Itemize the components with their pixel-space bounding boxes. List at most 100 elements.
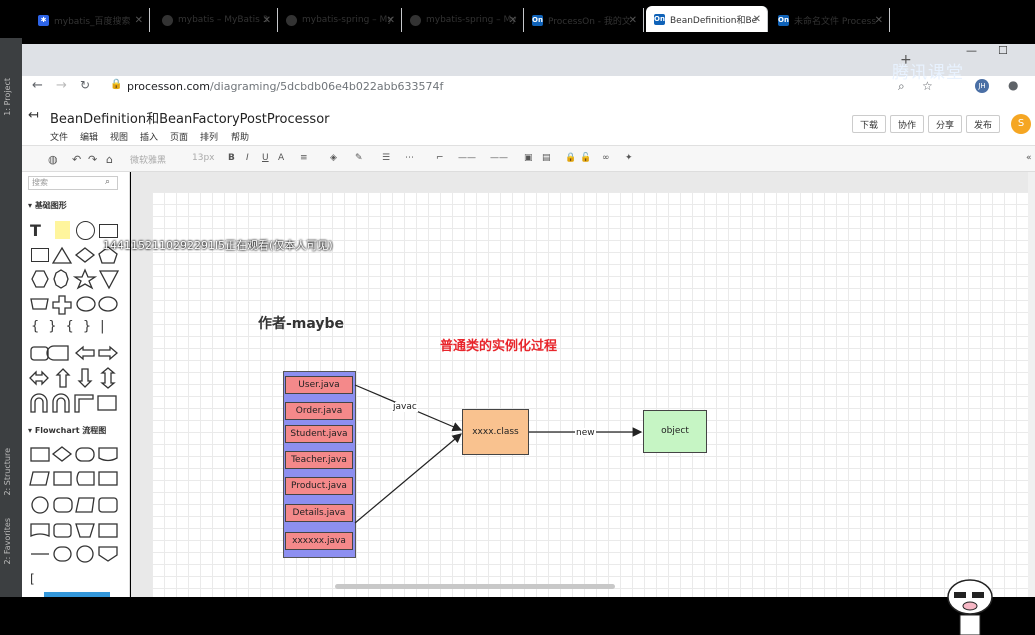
bracket-shapes-icons[interactable]: {}{}| xyxy=(31,319,113,334)
close-icon[interactable]: ✕ xyxy=(135,15,143,26)
share-button[interactable]: 分享 xyxy=(928,115,963,133)
source-file-node[interactable]: Student.java xyxy=(285,425,353,443)
browser-tab[interactable]: ✱ mybatis_百度搜索 ✕ xyxy=(30,8,150,32)
fill-icon[interactable]: ◈ xyxy=(330,153,337,163)
font-family-select[interactable]: 微软雅黑 xyxy=(130,153,166,166)
browser-tab[interactable]: mybatis-spring – My ✕ xyxy=(402,8,524,32)
source-file-node[interactable]: Product.java xyxy=(285,477,353,495)
close-icon[interactable]: ✕ xyxy=(509,15,517,26)
format-painter-icon[interactable]: ◍ xyxy=(48,153,58,166)
flowchart-header[interactable]: ▾ Flowchart 流程图 xyxy=(28,425,106,436)
reload-icon[interactable]: ↻ xyxy=(80,78,90,92)
redo-icon[interactable]: ↷ xyxy=(88,153,97,166)
menu-arrange[interactable]: 排列 xyxy=(200,130,218,143)
browser-tab[interactable]: On ProcessOn - 我的文 ✕ xyxy=(524,8,644,32)
line-start-icon[interactable]: —— xyxy=(458,153,476,163)
magic-icon[interactable]: ✦ xyxy=(625,153,633,163)
line-style-icon[interactable]: ⋯ xyxy=(405,153,414,163)
horizontal-scrollbar[interactable] xyxy=(335,584,615,589)
source-file-node[interactable]: Details.java xyxy=(285,504,353,522)
menu-file[interactable]: 文件 xyxy=(50,130,68,143)
browser-tab[interactable]: On 未命名文件 Process ✕ xyxy=(770,8,890,32)
menu-edit[interactable]: 编辑 xyxy=(80,130,98,143)
browser-tab[interactable]: mybatis-spring – My ✕ xyxy=(278,8,402,32)
u-turn-shapes-icons[interactable] xyxy=(28,392,120,414)
ide-project-tab[interactable]: 1: Project xyxy=(3,78,12,116)
menu-insert[interactable]: 插入 xyxy=(140,130,158,143)
diagram-title[interactable]: 普通类的实例化过程 xyxy=(440,335,557,354)
italic-button[interactable]: I xyxy=(246,153,249,163)
font-size-select[interactable]: 13px xyxy=(192,153,215,163)
source-file-node[interactable]: User.java xyxy=(285,376,353,394)
browser-tab-active[interactable]: On BeanDefinition和Be ✕ xyxy=(646,6,768,32)
source-file-node[interactable]: Order.java xyxy=(285,402,353,420)
front-icon[interactable]: ▣ xyxy=(524,153,533,163)
unlock-icon[interactable]: 🔓 xyxy=(580,153,591,163)
close-icon[interactable]: ✕ xyxy=(629,15,637,26)
github-icon xyxy=(162,14,173,26)
text-shape-icon[interactable]: T xyxy=(30,221,41,240)
search-icon[interactable]: ⌕ xyxy=(105,177,110,187)
ide-favorites-tab[interactable]: 2: Favorites xyxy=(3,518,12,564)
align-icon[interactable]: ≡ xyxy=(300,153,308,163)
menu-page[interactable]: 页面 xyxy=(170,130,188,143)
basic-shapes-header[interactable]: ▾ 基础图形 xyxy=(28,200,67,211)
line-color-icon[interactable]: ✎ xyxy=(355,153,363,163)
url-input[interactable]: processon.com/diagraming/5dcbdb06e4b022a… xyxy=(127,80,907,96)
menu-view[interactable]: 视图 xyxy=(110,130,128,143)
source-file-node[interactable]: Teacher.java xyxy=(285,451,353,469)
publish-button[interactable]: 发布 xyxy=(966,115,1001,133)
forward-arrow-icon[interactable]: → xyxy=(56,78,67,93)
back-arrow-icon[interactable]: ← xyxy=(32,78,43,93)
mascot-icon xyxy=(947,579,993,635)
url-path: /diagraming/5dcbdb06e4b022abb633574f xyxy=(209,80,444,93)
collapse-icon[interactable]: « xyxy=(1026,153,1032,163)
class-file-node[interactable]: xxxx.class xyxy=(462,409,529,455)
circle-shape-icon[interactable] xyxy=(76,221,95,240)
line-width-icon[interactable]: ☰ xyxy=(382,153,390,163)
connector-icon[interactable]: ⌐ xyxy=(436,153,444,163)
ide-structure-tab[interactable]: 2: Structure xyxy=(3,448,12,496)
bold-button[interactable]: B xyxy=(228,153,235,163)
double-arrow-shapes-icons[interactable] xyxy=(28,367,120,389)
rect2-shape-icon[interactable] xyxy=(31,248,49,262)
hexagon-octagon-star-icons[interactable] xyxy=(28,268,120,290)
line-end-icon[interactable]: —— xyxy=(490,153,508,163)
undo-icon[interactable]: ↶ xyxy=(72,153,81,166)
close-icon[interactable]: ✕ xyxy=(387,15,395,26)
close-icon[interactable]: ✕ xyxy=(875,15,883,26)
close-icon[interactable]: ✕ xyxy=(263,15,271,26)
lock-icon[interactable]: 🔒 xyxy=(565,153,576,163)
github-icon xyxy=(410,14,421,26)
brush-icon[interactable]: ⌂ xyxy=(106,153,113,166)
maximize-button[interactable]: ☐ xyxy=(998,44,1008,57)
profile-icon[interactable]: ● xyxy=(1008,78,1018,92)
user-avatar[interactable]: S xyxy=(1011,114,1031,134)
browser-tab[interactable]: mybatis – MyBatis 3 ✕ xyxy=(154,8,278,32)
note-shape-icon[interactable] xyxy=(55,221,70,239)
javac-label[interactable]: javac xyxy=(392,402,418,412)
arrow-shapes-icons[interactable] xyxy=(28,342,120,364)
back-icon[interactable]: ▤ xyxy=(542,153,551,163)
bottom-black-band xyxy=(0,597,1035,635)
bracket-shape-icon[interactable]: [ xyxy=(30,572,35,586)
underline-button[interactable]: U xyxy=(262,153,269,163)
author-label[interactable]: 作者-maybe xyxy=(258,313,344,333)
collaborate-button[interactable]: 协作 xyxy=(890,115,925,133)
link-icon[interactable]: ∞ xyxy=(602,153,610,163)
paw-icon: ✱ xyxy=(38,14,49,26)
close-icon[interactable]: ✕ xyxy=(753,14,761,25)
menu-help[interactable]: 帮助 xyxy=(231,130,249,143)
extension-avatar[interactable]: JH xyxy=(975,79,989,93)
source-file-node[interactable]: xxxxxx.java xyxy=(285,532,353,550)
font-color-button[interactable]: A xyxy=(278,153,284,163)
cloud-cross-shapes-icons[interactable] xyxy=(28,293,120,315)
rectangle-shape-icon[interactable] xyxy=(99,224,118,238)
minimize-button[interactable]: — xyxy=(966,44,977,57)
new-label[interactable]: new xyxy=(575,428,596,438)
document-title[interactable]: BeanDefinition和BeanFactoryPostProcessor xyxy=(50,108,330,127)
back-icon[interactable]: ↤ xyxy=(28,108,39,123)
download-button[interactable]: 下载 xyxy=(852,115,887,133)
flowchart-shapes-icons[interactable] xyxy=(28,444,120,564)
object-node[interactable]: object xyxy=(643,410,707,453)
